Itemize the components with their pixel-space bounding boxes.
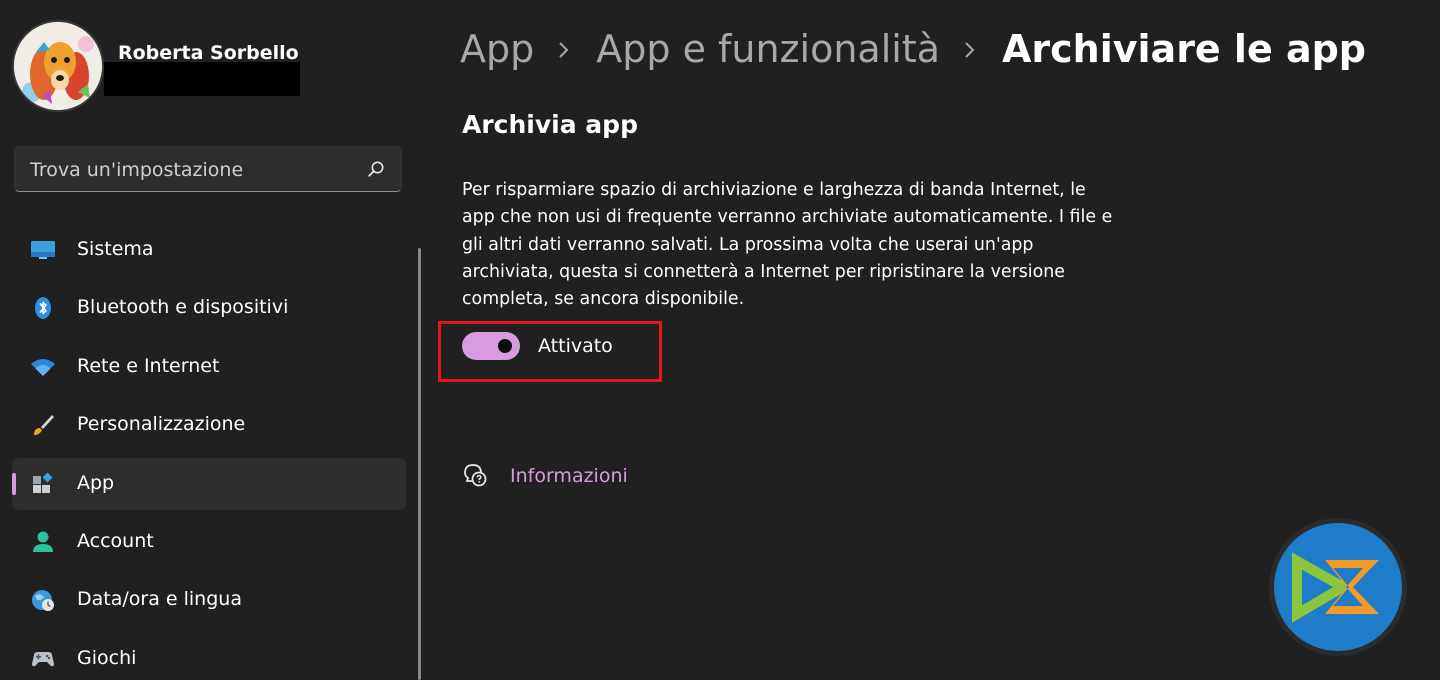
settings-window: Roberta Sorbello Sistema Bluetooth e dis… — [0, 0, 1440, 680]
sidebar-item-label: Sistema — [77, 238, 154, 260]
help-chat-icon — [464, 464, 487, 487]
brand-logo — [1269, 518, 1407, 656]
bluetooth-icon — [35, 297, 51, 320]
sidebar-nav: Sistema Bluetooth e dispositivi Rete e I… — [12, 224, 406, 680]
chevron-right-icon — [940, 34, 1002, 64]
informazioni-link[interactable]: Informazioni — [510, 465, 628, 487]
redacted-email — [104, 62, 300, 96]
apps-icon — [33, 472, 53, 493]
info-row: Informazioni — [462, 462, 682, 492]
sidebar-item-app[interactable]: App — [12, 457, 406, 510]
chevron-right-icon — [534, 34, 596, 64]
sidebar-item-label: Data/ora e lingua — [77, 588, 242, 611]
profile-name: Roberta Sorbello — [118, 42, 299, 64]
sidebar-item-label: Bluetooth e dispositivi — [77, 296, 289, 319]
paintbrush-icon — [34, 415, 54, 436]
sidebar-scrollbar[interactable] — [418, 248, 421, 680]
sidebar-item-rete[interactable]: Rete e Internet — [12, 341, 406, 393]
gamepad-icon — [32, 651, 54, 666]
search-icon[interactable] — [367, 160, 385, 178]
sidebar-item-label: App — [77, 471, 115, 494]
sidebar-item-bluetooth[interactable]: Bluetooth e dispositivi — [12, 282, 406, 334]
search-box[interactable] — [14, 146, 402, 193]
selected-indicator — [12, 472, 16, 495]
wifi-icon — [31, 358, 55, 376]
avatar — [12, 20, 104, 112]
breadcrumb: App App e funzionalità Archiviare le app — [460, 24, 1366, 74]
search-input[interactable] — [15, 147, 372, 193]
sidebar-item-account[interactable]: Account — [12, 516, 406, 568]
user-profile: Roberta Sorbello — [12, 20, 412, 112]
sidebar-item-data-ora[interactable]: Data/ora e lingua — [12, 574, 406, 626]
sidebar-item-label: Account — [77, 529, 154, 552]
sidebar-item-giochi[interactable]: Giochi — [12, 633, 406, 680]
account-icon — [33, 531, 53, 552]
breadcrumb-item-app[interactable]: App — [460, 27, 534, 71]
highlight-annotation — [438, 321, 662, 382]
system-display-icon — [31, 241, 55, 259]
archive-description: Per risparmiare spazio di archiviazione … — [462, 180, 1113, 310]
section-title: Archivia app — [462, 110, 638, 139]
sidebar-item-label: Giochi — [77, 646, 137, 669]
sidebar-item-label: Rete e Internet — [77, 354, 220, 377]
page-title: Archiviare le app — [1002, 27, 1367, 71]
sidebar-item-personalizzazione[interactable]: Personalizzazione — [12, 399, 406, 451]
sidebar-item-label: Personalizzazione — [77, 413, 246, 436]
breadcrumb-item-app-funzionalita[interactable]: App e funzionalità — [596, 27, 940, 71]
time-language-icon — [32, 590, 54, 612]
sidebar-item-sistema[interactable]: Sistema — [12, 224, 406, 276]
